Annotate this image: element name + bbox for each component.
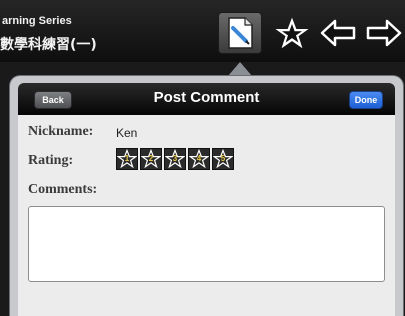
nickname-value[interactable]: Ken (116, 126, 137, 140)
comment-form: Nickname: Ken Rating: 1 2 3 4 5 Comments… (18, 115, 395, 316)
note-icon (224, 16, 256, 50)
dialog-navbar: Back Post Comment Done (18, 83, 395, 115)
star-number: 4 (196, 154, 202, 163)
star-number: 1 (124, 154, 130, 163)
nickname-label: Nickname: (28, 124, 94, 139)
done-button[interactable]: Done (349, 91, 383, 109)
forward-arrow-button[interactable] (362, 12, 405, 54)
rating-star-3[interactable]: 3 (164, 148, 186, 170)
top-toolbar: arning Series 數學科練習(一) (0, 0, 405, 62)
post-comment-popover: Back Post Comment Done Nickname: Ken Rat… (10, 76, 403, 316)
series-subtitle: 數學科練習(一) (0, 37, 97, 53)
favorite-button[interactable] (270, 12, 314, 54)
rating-star-2[interactable]: 2 (140, 148, 162, 170)
comments-label: Comments: (28, 182, 98, 197)
back-arrow-button[interactable] (316, 12, 360, 54)
note-button[interactable] (218, 12, 262, 54)
series-title: arning Series (2, 15, 72, 27)
star-number: 3 (172, 154, 178, 163)
rating-stars: 1 2 3 4 5 (116, 148, 234, 170)
rating-star-1[interactable]: 1 (116, 148, 138, 170)
rating-label: Rating: (28, 153, 74, 168)
star-number: 5 (220, 154, 226, 163)
comments-textarea[interactable] (28, 206, 385, 282)
rating-star-4[interactable]: 4 (188, 148, 210, 170)
star-number: 2 (148, 154, 154, 163)
dialog-title: Post Comment (153, 89, 260, 106)
arrow-left-icon (320, 18, 356, 48)
popover-arrow (228, 62, 252, 76)
star-icon (275, 17, 309, 49)
arrow-right-icon (366, 18, 402, 48)
rating-star-5[interactable]: 5 (212, 148, 234, 170)
